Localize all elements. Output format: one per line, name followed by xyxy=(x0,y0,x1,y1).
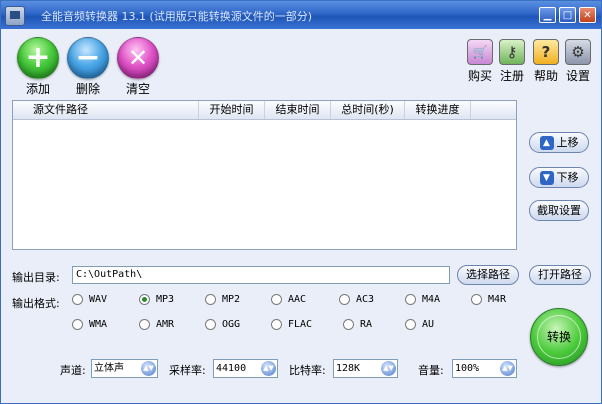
format-radio-wav[interactable]: WAV xyxy=(72,294,107,308)
add-label: 添加 xyxy=(25,82,50,96)
capture-settings-button[interactable]: 截取设置 xyxy=(529,200,589,221)
format-radio-mp3[interactable]: MP3 xyxy=(139,294,174,308)
help-button[interactable]: ? 帮助 xyxy=(530,39,562,84)
register-label: 注册 xyxy=(499,69,524,83)
window-title: 全能音频转换器 13.1 (试用版只能转换源文件的一部分) xyxy=(41,10,313,23)
format-radio-amr[interactable]: AMR xyxy=(139,319,174,333)
minus-icon: − xyxy=(67,37,109,79)
chevron-up-icon: ▲ xyxy=(539,136,554,150)
column-progress[interactable]: 转换进度 xyxy=(405,101,471,119)
output-dir-label: 输出目录: xyxy=(12,271,60,284)
chevron-down-icon: ▲▼ xyxy=(381,361,396,376)
chevron-down-icon: ▼ xyxy=(539,171,554,185)
clear-button[interactable]: ✕ 清空 xyxy=(117,37,159,97)
chevron-down-icon: ▲▼ xyxy=(141,361,156,376)
file-list-header: 源文件路径 开始时间 结束时间 总时间(秒) 转换进度 xyxy=(13,101,516,120)
buy-button[interactable]: 🛒 购买 xyxy=(464,39,496,84)
column-end-time[interactable]: 结束时间 xyxy=(265,101,331,119)
maximize-button[interactable]: □ xyxy=(559,7,576,23)
format-radio-wma[interactable]: WMA xyxy=(72,319,107,333)
format-radio-aac[interactable]: AAC xyxy=(271,294,306,308)
format-radio-ra[interactable]: RA xyxy=(343,319,372,333)
output-dir-input[interactable]: C:\OutPath\ xyxy=(72,266,450,284)
chevron-down-icon: ▲▼ xyxy=(261,361,276,376)
convert-label: 转换 xyxy=(537,315,581,359)
channel-label: 声道: xyxy=(60,364,86,377)
help-label: 帮助 xyxy=(533,69,558,83)
chevron-down-icon: ▲▼ xyxy=(500,361,515,376)
app-icon xyxy=(5,6,25,26)
file-list[interactable]: 源文件路径 开始时间 结束时间 总时间(秒) 转换进度 xyxy=(12,100,517,250)
move-down-button[interactable]: ▼ 下移 xyxy=(529,167,589,188)
format-radio-m4r[interactable]: M4R xyxy=(471,294,506,308)
format-radio-au[interactable]: AU xyxy=(405,319,434,333)
format-radio-mp2[interactable]: MP2 xyxy=(205,294,240,308)
buy-label: 购买 xyxy=(467,69,492,83)
minimize-button[interactable]: ▁ xyxy=(539,7,556,23)
settings-label: 设置 xyxy=(565,69,590,83)
delete-label: 删除 xyxy=(75,82,100,96)
clear-icon: ✕ xyxy=(117,37,159,79)
format-radio-ac3[interactable]: AC3 xyxy=(339,294,374,308)
app-window: 全能音频转换器 13.1 (试用版只能转换源文件的一部分) ▁ □ ✕ + 添加… xyxy=(0,0,602,404)
column-start-time[interactable]: 开始时间 xyxy=(199,101,265,119)
column-source-path[interactable]: 源文件路径 xyxy=(13,101,199,119)
open-path-button[interactable]: 打开路径 xyxy=(529,265,591,285)
tools-icon: ⚙ xyxy=(565,39,591,65)
close-button[interactable]: ✕ xyxy=(579,7,596,23)
format-radio-m4a[interactable]: M4A xyxy=(405,294,440,308)
samplerate-label: 采样率: xyxy=(169,364,206,377)
register-button[interactable]: ⚷ 注册 xyxy=(496,39,528,84)
title-bar[interactable]: 全能音频转换器 13.1 (试用版只能转换源文件的一部分) ▁ □ ✕ xyxy=(1,1,601,29)
add-button[interactable]: + 添加 xyxy=(17,37,59,97)
column-total-time[interactable]: 总时间(秒) xyxy=(331,101,405,119)
samplerate-select[interactable]: 44100 ▲▼ xyxy=(213,359,278,378)
output-format-label: 输出格式: xyxy=(12,297,60,310)
volume-label: 音量: xyxy=(418,364,444,377)
move-up-button[interactable]: ▲ 上移 xyxy=(529,132,589,153)
cart-icon: 🛒 xyxy=(467,39,493,65)
bitrate-select[interactable]: 128K ▲▼ xyxy=(333,359,398,378)
help-icon: ? xyxy=(533,39,559,65)
choose-path-button[interactable]: 选择路径 xyxy=(457,265,519,285)
format-radio-ogg[interactable]: OGG xyxy=(205,319,240,333)
convert-button[interactable]: 转换 xyxy=(530,308,588,366)
bitrate-label: 比特率: xyxy=(289,364,326,377)
format-radio-flac[interactable]: FLAC xyxy=(271,319,312,333)
plus-icon: + xyxy=(17,37,59,79)
settings-button[interactable]: ⚙ 设置 xyxy=(562,39,594,84)
channel-select[interactable]: 立体声 ▲▼ xyxy=(91,359,158,378)
clear-label: 清空 xyxy=(125,82,150,96)
volume-select[interactable]: 100% ▲▼ xyxy=(452,359,517,378)
delete-button[interactable]: − 删除 xyxy=(67,37,109,97)
key-icon: ⚷ xyxy=(499,39,525,65)
